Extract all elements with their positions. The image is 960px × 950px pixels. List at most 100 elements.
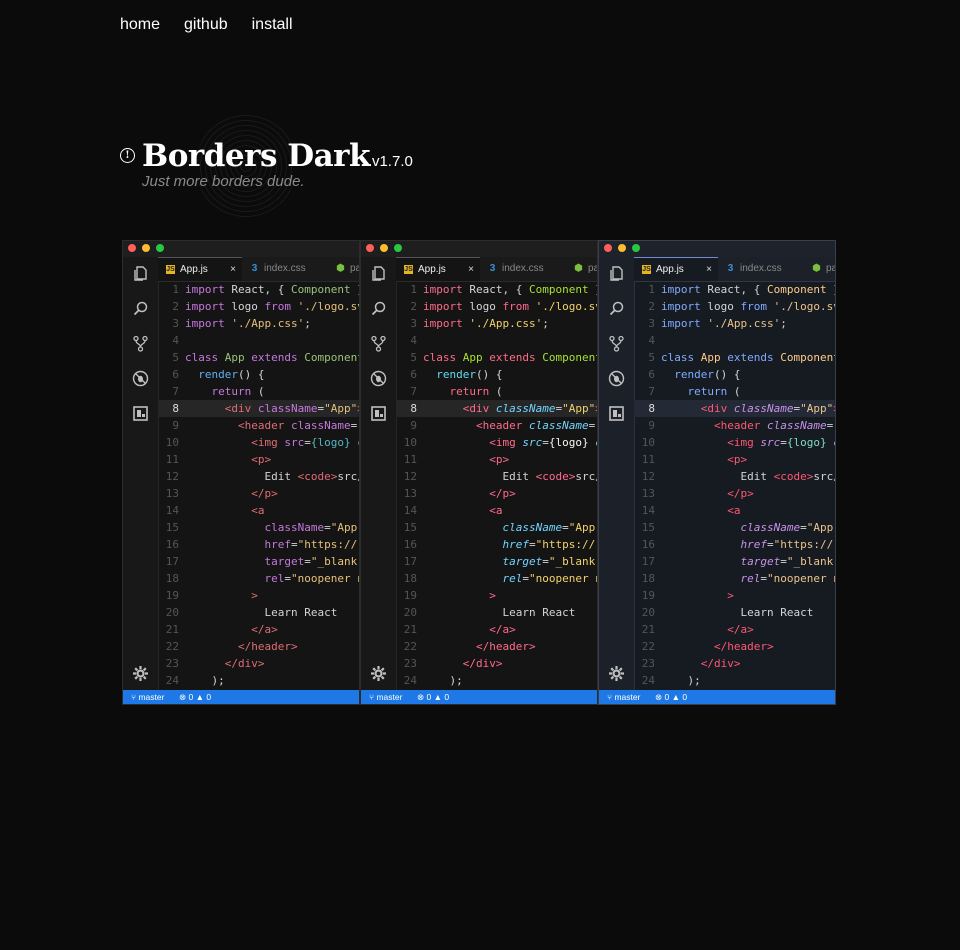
code-line: 5class App extends Component { [396,349,597,366]
code-token: './logo.svg' [297,300,359,313]
source-control-icon[interactable] [132,335,149,352]
code-token: return [687,385,728,398]
gear-icon[interactable] [370,665,387,682]
code-line: 24 ); [634,672,835,689]
code-token: <p> [251,453,272,466]
tab-package-json[interactable]: ⬢ package.json [804,257,835,281]
close-window-button[interactable] [366,244,374,252]
code-editor[interactable]: 1 import React, { Component } from 'react… [634,281,835,690]
tab-index-css[interactable]: 3 index.css [242,257,328,281]
close-tab-icon[interactable]: × [468,258,474,281]
problems-indicator[interactable]: ⊗ 0 ▲ 0 [655,690,687,704]
problems-indicator[interactable]: ⊗ 0 ▲ 0 [179,690,211,704]
extensions-icon[interactable] [132,405,149,422]
line-number: 14 [641,504,655,517]
editor-window-3: JSApp.js×3index.css⬢package.json1import … [598,240,836,705]
code-editor[interactable]: 1 import React, { Component } from 'react… [158,281,359,690]
tab-app-js[interactable]: JS App.js × [634,257,718,281]
minimize-window-button[interactable] [380,244,388,252]
line-number: 6 [648,368,655,381]
tab-app-js[interactable]: JS App.js × [396,257,480,281]
problems-indicator[interactable]: ⊗ 0 ▲ 0 [417,690,449,704]
gear-icon[interactable] [608,665,625,682]
code-token: </header> [237,640,298,653]
debug-icon[interactable] [608,370,625,387]
code-line: 18 rel="noopener noreferrer" [634,570,835,587]
line-number: 23 [403,657,417,670]
tab-package-json[interactable]: ⬢ package.json [328,257,359,281]
debug-icon[interactable] [370,370,387,387]
search-icon[interactable] [132,300,149,317]
gear-icon[interactable] [132,665,149,682]
source-control-icon[interactable] [370,335,387,352]
code-line: 4 [158,332,359,349]
branch-indicator[interactable]: ⑂ master [607,690,640,704]
code-token: render [198,368,238,381]
close-window-button[interactable] [128,244,136,252]
line-number: 7 [172,385,179,398]
close-tab-icon[interactable]: × [230,258,236,281]
nav-github-link[interactable]: github [184,16,228,34]
minimize-window-button[interactable] [618,244,626,252]
branch-indicator[interactable]: ⑂ master [131,690,164,704]
extensions-icon[interactable] [608,405,625,422]
code-token: <header [713,419,761,432]
close-window-button[interactable] [604,244,612,252]
zoom-window-button[interactable] [394,244,402,252]
code-token: ); [661,674,701,687]
search-icon[interactable] [608,300,625,317]
source-control-icon[interactable] [608,335,625,352]
files-icon[interactable] [608,265,625,282]
code-token: <header [237,419,285,432]
tab-index-css[interactable]: 3 index.css [480,257,566,281]
json-file-icon: ⬢ [812,262,821,274]
code-line: 3 import './App.css'; [634,315,835,332]
code-editor[interactable]: 1 import React, { Component } from 'react… [396,281,597,690]
tab-package-json[interactable]: ⬢ package.json [566,257,597,281]
tab-app-js[interactable]: JS App.js × [158,257,242,281]
line-number: 1 [410,283,417,296]
code-token: import [185,283,225,296]
code-token: "https://reactjs.org" [297,538,359,551]
search-icon[interactable] [370,300,387,317]
code-token: </a> [727,623,754,636]
code-line: 7 return ( [158,383,359,400]
code-token: className [290,419,351,432]
close-tab-icon[interactable]: × [706,258,712,281]
nav-home-link[interactable]: home [120,16,160,34]
code-token: ; [780,317,787,330]
code-line: 2import logo from './logo.svg'; [396,298,597,315]
code-token: "_blank" [548,555,597,568]
extensions-icon[interactable] [370,405,387,422]
line-number: 6 [410,368,417,381]
code-token: </a> [489,623,516,636]
branch-indicator[interactable]: ⑂ master [369,690,402,704]
tab-label: App.js [180,264,208,275]
minimize-window-button[interactable] [142,244,150,252]
code-token: <div [462,402,490,415]
files-icon[interactable] [132,265,149,282]
files-icon[interactable] [370,265,387,282]
nav-install-link[interactable]: install [252,16,293,34]
zoom-window-button[interactable] [156,244,164,252]
info-icon[interactable]: ! [120,148,135,163]
code-line: 9 <header className="App-header"> [396,417,597,434]
code-token: "https://reactjs.org" [535,538,597,551]
line-number: 6 [172,368,179,381]
zoom-window-button[interactable] [632,244,640,252]
debug-icon[interactable] [132,370,149,387]
line-number: 19 [403,589,417,602]
code-line: 13 </p> [396,485,597,502]
code-token: </div> [700,657,741,670]
tab-index-css[interactable]: 3 index.css [718,257,804,281]
